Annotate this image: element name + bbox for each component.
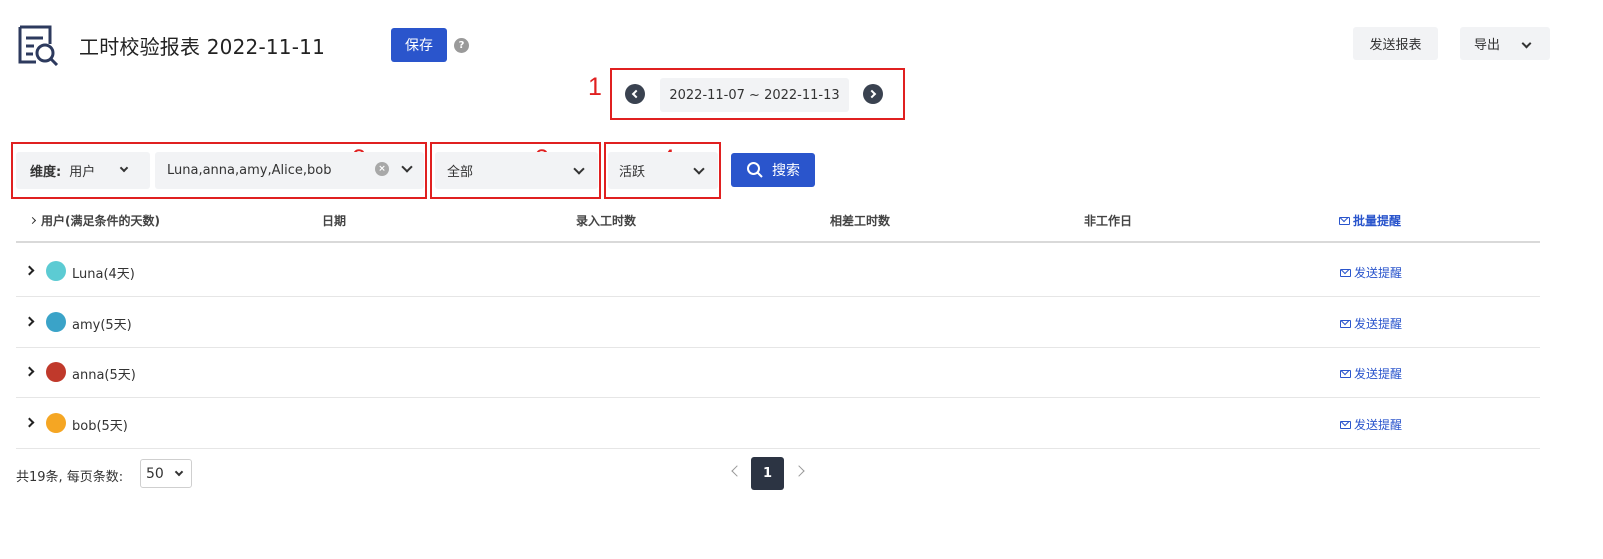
column-header-user[interactable]: 用户(满足条件的天数) <box>28 212 160 229</box>
table-row[interactable]: anna(5天) 发送提醒 <box>16 347 1540 398</box>
previous-week-button[interactable] <box>625 84 645 104</box>
column-header-hours: 录入工时数 <box>576 214 637 228</box>
previous-page-button[interactable] <box>731 465 743 477</box>
dimension-label: 维度: <box>30 165 62 180</box>
user-name: anna(5天) <box>72 368 136 383</box>
next-week-button[interactable] <box>863 84 883 104</box>
search-icon <box>747 162 763 178</box>
send-remind-link[interactable]: 发送提醒 <box>1340 264 1402 281</box>
scope-select[interactable]: 全部 <box>435 152 598 189</box>
chevron-down-icon <box>693 163 705 175</box>
column-header-date: 日期 <box>322 214 347 228</box>
avatar <box>46 312 66 332</box>
user-name: bob(5天) <box>72 419 128 434</box>
clear-icon[interactable]: × <box>375 162 389 176</box>
chevron-down-icon <box>174 467 184 477</box>
question-circle-icon[interactable]: ? <box>454 38 469 53</box>
column-header-user-label: 用户(满足条件的天数) <box>41 214 160 228</box>
chevron-right-icon[interactable] <box>24 316 35 327</box>
table-row[interactable]: bob(5天) 发送提醒 <box>16 398 1540 449</box>
table-row[interactable]: amy(5天) 发送提醒 <box>16 297 1540 348</box>
mail-icon <box>1340 420 1351 429</box>
dimension-select[interactable]: 维度: 用户 <box>16 152 150 189</box>
chevron-right-icon <box>867 89 877 99</box>
chevron-right-icon <box>28 216 37 225</box>
chevron-right-icon[interactable] <box>24 366 35 377</box>
mail-icon <box>1339 216 1350 225</box>
dimension-value: 用户 <box>69 165 96 180</box>
send-remind-label: 发送提醒 <box>1354 317 1403 331</box>
send-remind-label: 发送提醒 <box>1354 367 1403 381</box>
chevron-left-icon <box>631 89 641 99</box>
selected-users: Luna,anna,amy,Alice,bob <box>167 163 332 178</box>
export-dropdown[interactable]: 导出 <box>1460 27 1550 60</box>
search-button[interactable]: 搜索 <box>731 153 815 187</box>
user-name: amy(5天) <box>72 318 132 333</box>
column-header-diff: 相差工时数 <box>830 214 891 228</box>
chevron-down-icon <box>573 163 585 175</box>
page-size-select[interactable]: 50 <box>140 459 192 488</box>
batch-remind-link[interactable]: 批量提醒 <box>1339 212 1401 229</box>
column-header-nonworkday: 非工作日 <box>1084 214 1133 228</box>
avatar <box>46 261 66 281</box>
chevron-down-icon <box>119 163 129 173</box>
page-1-button[interactable]: 1 <box>751 457 784 490</box>
chevron-right-icon[interactable] <box>24 265 35 276</box>
send-remind-label: 发送提醒 <box>1354 418 1403 432</box>
chevron-right-icon[interactable] <box>24 417 35 428</box>
export-label: 导出 <box>1474 38 1501 53</box>
next-page-button[interactable] <box>793 465 805 477</box>
save-button[interactable]: 保存 <box>391 28 447 62</box>
table-row[interactable]: Luna(4天) 发送提醒 <box>16 246 1540 297</box>
page-size-value: 50 <box>146 465 164 482</box>
status-value: 活跃 <box>619 165 646 180</box>
mail-icon <box>1340 369 1351 378</box>
scope-value: 全部 <box>447 165 474 180</box>
batch-remind-label: 批量提醒 <box>1353 214 1402 228</box>
mail-icon <box>1340 319 1351 328</box>
send-remind-link[interactable]: 发送提醒 <box>1340 315 1402 332</box>
avatar <box>46 413 66 433</box>
status-select[interactable]: 活跃 <box>608 152 718 189</box>
date-range-display[interactable]: 2022-11-07 ~ 2022-11-13 <box>660 78 849 112</box>
page-title: 工时校验报表 2022-11-11 <box>79 35 325 59</box>
report-search-icon <box>16 24 60 67</box>
send-remind-link[interactable]: 发送提醒 <box>1340 416 1402 433</box>
send-remind-link[interactable]: 发送提醒 <box>1340 365 1402 382</box>
user-name: Luna(4天) <box>72 267 135 282</box>
table-header-divider <box>16 241 1540 243</box>
total-count: 共19条, 每页条数: <box>16 470 124 485</box>
annotation-number-1: 1 <box>588 73 602 101</box>
mail-icon <box>1340 268 1351 277</box>
chevron-down-icon <box>1521 38 1532 49</box>
search-label: 搜索 <box>772 163 800 179</box>
send-remind-label: 发送提醒 <box>1354 266 1403 280</box>
send-report-button[interactable]: 发送报表 <box>1353 27 1438 60</box>
avatar <box>46 362 66 382</box>
